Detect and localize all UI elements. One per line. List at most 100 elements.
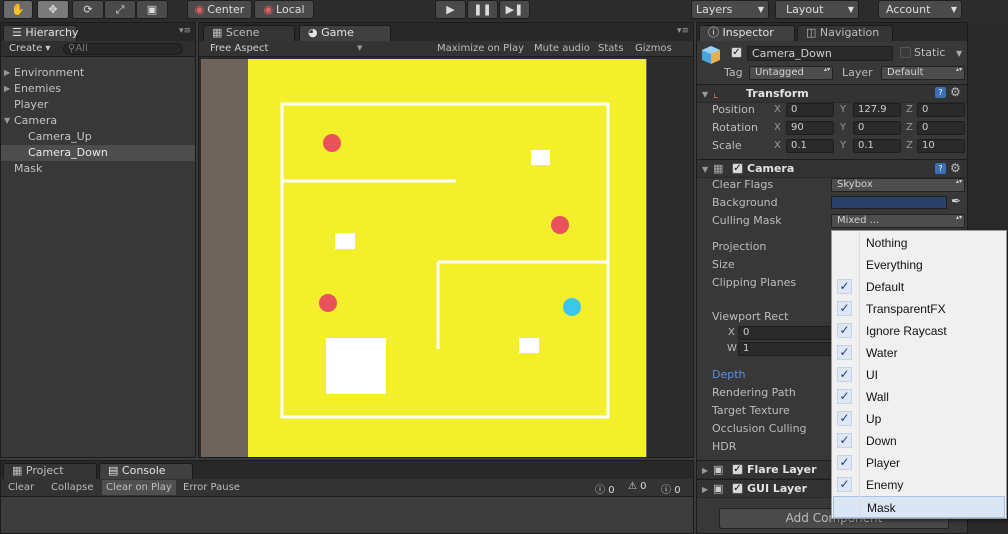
- hierarchy-item[interactable]: Camera_Up: [1, 129, 195, 145]
- rotate-tool-button[interactable]: ⟳: [72, 0, 104, 19]
- camera-enabled-checkbox[interactable]: ✓: [732, 163, 743, 174]
- checkmark-icon: ✓: [837, 323, 852, 338]
- game-render: [248, 59, 646, 457]
- create-dropdown[interactable]: Create ▾: [9, 43, 50, 54]
- camera-icon: ▦: [713, 162, 724, 175]
- rect-tool-button[interactable]: ▣: [136, 0, 168, 19]
- move-icon: ✥: [48, 3, 58, 16]
- clear-button[interactable]: Clear: [8, 482, 34, 493]
- collapsed-arrow-icon[interactable]: ▶: [4, 68, 10, 77]
- message-count-toggle[interactable]: ⓘ 0: [661, 481, 681, 496]
- help-icon[interactable]: ?: [935, 163, 946, 174]
- component-title: Camera: [747, 162, 795, 175]
- gizmos-dropdown[interactable]: Gizmos: [635, 43, 672, 54]
- hierarchy-item[interactable]: Player: [1, 97, 195, 113]
- flare-layer-checkbox[interactable]: ✓: [732, 464, 743, 475]
- component-title: Transform: [746, 87, 809, 100]
- axis-z-label: Z: [906, 122, 913, 133]
- axis-x-label: X: [774, 122, 781, 133]
- help-icon[interactable]: ?: [935, 87, 946, 98]
- game-viewport[interactable]: [201, 59, 647, 457]
- camera-header[interactable]: ▼ ▦ ✓ Camera ? ⚙: [697, 159, 967, 178]
- collapsed-arrow-icon[interactable]: ▶: [4, 84, 10, 93]
- chevron-down-icon[interactable]: ▼: [956, 49, 962, 58]
- transform-y-field[interactable]: 0: [853, 121, 901, 135]
- hierarchy-item[interactable]: Mask: [1, 161, 195, 177]
- clear-on-play-toggle[interactable]: Clear on Play: [102, 480, 176, 495]
- transform-z-field[interactable]: 0: [917, 103, 965, 117]
- viewport-x-field[interactable]: 0: [738, 326, 832, 340]
- background-label: Background: [712, 196, 778, 209]
- enemy: [551, 216, 569, 234]
- panel-menu-icon[interactable]: ▾≡: [677, 26, 689, 36]
- transform-z-field[interactable]: 10: [917, 139, 965, 153]
- hierarchy-search-bar: Create ▾ ⚲All: [1, 41, 195, 57]
- gui-layer-checkbox[interactable]: ✓: [732, 483, 743, 494]
- error-count-toggle[interactable]: ⓘ 0: [595, 481, 615, 496]
- gameobject-active-checkbox[interactable]: ✓: [731, 47, 742, 58]
- aspect-dropdown[interactable]: Free Aspect: [210, 43, 268, 54]
- culling-mask-dropdown[interactable]: Mixed ...: [831, 214, 965, 228]
- transform-header[interactable]: ▼ ⌞ Transform ? ⚙: [697, 84, 967, 103]
- layer-dropdown[interactable]: Default: [881, 66, 965, 80]
- panel-menu-icon[interactable]: ▾≡: [179, 26, 191, 36]
- viewport-w-field[interactable]: 1: [738, 342, 832, 356]
- play-button[interactable]: ▶: [435, 0, 466, 19]
- eyedropper-icon[interactable]: ✒: [951, 194, 961, 208]
- transform-x-field[interactable]: 0: [786, 103, 834, 117]
- mute-audio-toggle[interactable]: Mute audio: [534, 43, 590, 54]
- layers-dropdown[interactable]: Layers ▼: [691, 0, 769, 19]
- tab-project[interactable]: ▦ Project: [3, 463, 97, 479]
- static-checkbox[interactable]: [900, 47, 911, 58]
- tab-hierarchy[interactable]: ☰ Hierarchy: [3, 25, 79, 41]
- tab-console[interactable]: ▤ Console: [99, 463, 193, 479]
- viewport-x-label: X: [728, 327, 735, 338]
- error-pause-toggle[interactable]: Error Pause: [183, 482, 240, 493]
- hand-tool-button[interactable]: ✋: [3, 0, 33, 19]
- transform-y-field[interactable]: 127.9: [853, 103, 901, 117]
- culling-menu-item-label: Mask: [867, 501, 896, 515]
- gameobject-name-field[interactable]: Camera_Down: [747, 46, 893, 61]
- stats-toggle[interactable]: Stats: [598, 43, 624, 54]
- transform-y-field[interactable]: 0.1: [853, 139, 901, 153]
- globe-icon: ◉: [263, 3, 274, 16]
- game-icon: ◕: [308, 26, 318, 39]
- menu-gutter-separator: [859, 232, 860, 517]
- pause-button[interactable]: ❚❚: [467, 0, 498, 19]
- transform-row-label: Position: [712, 103, 755, 116]
- scale-tool-button[interactable]: ⤢: [104, 0, 136, 19]
- collapse-toggle[interactable]: Collapse: [51, 482, 94, 493]
- move-tool-button[interactable]: ✥: [37, 0, 69, 19]
- hierarchy-search-input[interactable]: ⚲All: [63, 43, 183, 55]
- hierarchy-item[interactable]: ▶ Enemies: [1, 81, 195, 97]
- maximize-on-play-toggle[interactable]: Maximize on Play: [437, 43, 524, 54]
- tab-game[interactable]: ◕ Game: [299, 25, 391, 41]
- static-label: Static: [914, 46, 946, 59]
- game-tab-row: ▦ Scene ◕ Game ▾≡: [199, 23, 693, 41]
- hierarchy-item[interactable]: ▼ Camera: [1, 113, 195, 129]
- culling-menu-item-label: Ignore Raycast: [866, 324, 947, 338]
- hierarchy-item[interactable]: Camera_Down: [1, 145, 195, 161]
- projection-label: Projection: [712, 240, 767, 253]
- background-color-field[interactable]: [831, 196, 947, 209]
- step-button[interactable]: ▶❚: [499, 0, 530, 19]
- tab-scene[interactable]: ▦ Scene: [203, 25, 295, 41]
- transform-z-field[interactable]: 0: [917, 121, 965, 135]
- tag-dropdown[interactable]: Untagged: [749, 66, 833, 80]
- tab-inspector[interactable]: ⓘ Inspector: [699, 25, 795, 41]
- clear-flags-dropdown[interactable]: Skybox: [831, 178, 965, 192]
- gear-icon[interactable]: ⚙: [950, 161, 961, 175]
- hierarchy-item[interactable]: ▶ Environment: [1, 65, 195, 81]
- account-dropdown[interactable]: Account ▼: [878, 0, 962, 19]
- pivot-center-button[interactable]: ◉ Center: [187, 0, 252, 19]
- expanded-arrow-icon[interactable]: ▼: [4, 116, 10, 125]
- pivot-space-button[interactable]: ◉ Local: [254, 0, 314, 19]
- gear-icon[interactable]: ⚙: [950, 85, 961, 99]
- pickup-square: [531, 150, 550, 165]
- transform-x-field[interactable]: 90: [786, 121, 834, 135]
- tab-navigation[interactable]: ◫ Navigation: [797, 25, 893, 41]
- layout-dropdown[interactable]: Layout ▼: [775, 0, 859, 19]
- transform-x-field[interactable]: 0.1: [786, 139, 834, 153]
- warning-count-toggle[interactable]: ⚠ 0: [628, 481, 647, 492]
- checkmark-icon: ✓: [837, 345, 852, 360]
